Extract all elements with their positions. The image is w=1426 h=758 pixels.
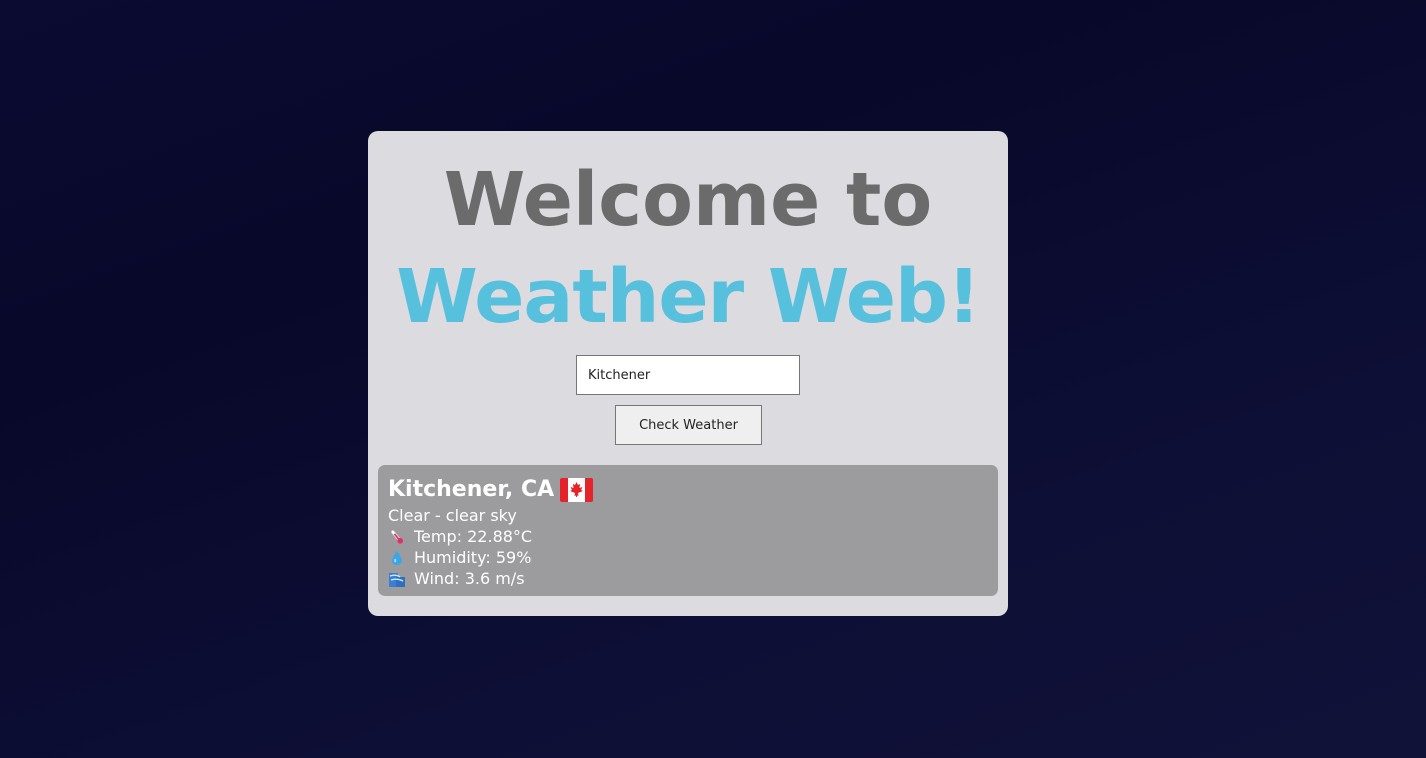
app-name-heading: Weather Web! xyxy=(396,254,981,340)
temperature-value: Temp: 22.88°C xyxy=(414,527,533,546)
droplet-icon xyxy=(388,549,406,567)
weather-result-panel: Kitchener, CA Clear - clear sky Temp: 22… xyxy=(378,465,998,596)
result-city-row: Kitchener, CA xyxy=(388,475,988,505)
weather-description: Clear - clear sky xyxy=(388,506,517,525)
wind-icon xyxy=(388,570,406,588)
check-weather-button[interactable]: Check Weather xyxy=(615,405,762,445)
canada-flag-icon xyxy=(560,478,594,502)
wind-value: Wind: 3.6 m/s xyxy=(414,569,525,588)
humidity-value: Humidity: 59% xyxy=(414,548,532,567)
thermometer-icon xyxy=(388,528,406,546)
humidity-row: Humidity: 59% xyxy=(388,547,988,568)
city-search-input[interactable] xyxy=(576,355,800,395)
result-city-name: Kitchener, CA xyxy=(388,477,555,502)
wind-row: Wind: 3.6 m/s xyxy=(388,568,988,589)
welcome-heading: Welcome to xyxy=(443,157,933,243)
temperature-row: Temp: 22.88°C xyxy=(388,526,988,547)
